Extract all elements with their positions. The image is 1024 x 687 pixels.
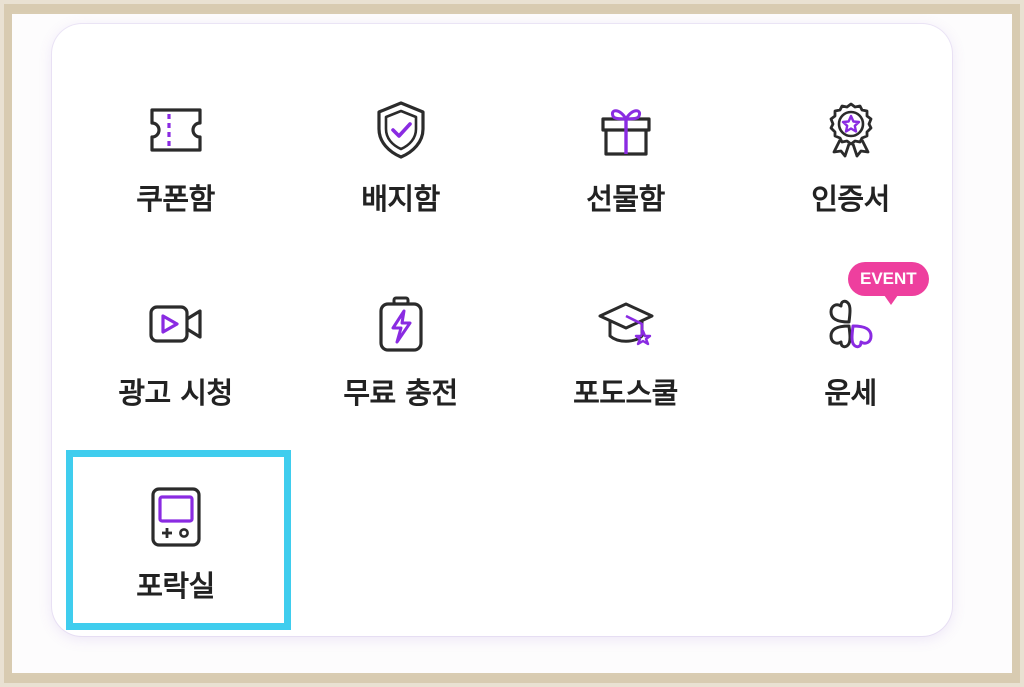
menu-item-free-charge[interactable]: 무료 충전 <box>288 262 513 422</box>
menu-item-label: 선물함 <box>586 182 665 216</box>
shield-check-icon <box>371 100 431 160</box>
menu-item-label: 광고 시청 <box>118 376 233 410</box>
gift-icon <box>596 100 656 160</box>
selection-highlight <box>66 450 291 630</box>
menu-item-watch-ad[interactable]: 광고 시청 <box>63 262 288 422</box>
menu-item-gift[interactable]: 선물함 <box>513 68 738 228</box>
menu-item-label: 포도스쿨 <box>573 376 678 410</box>
clover-icon <box>821 294 881 354</box>
menu-item-label: 인증서 <box>811 182 890 216</box>
ticket-icon <box>146 100 206 160</box>
menu-item-badge[interactable]: 배지함 <box>288 68 513 228</box>
menu-item-podo-school[interactable]: 포도스쿨 <box>513 262 738 422</box>
award-medal-icon <box>821 100 881 160</box>
menu-item-coupon[interactable]: 쿠폰함 <box>63 68 288 228</box>
video-camera-icon <box>146 294 206 354</box>
menu-item-label: 쿠폰함 <box>136 182 215 216</box>
menu-item-label: 배지함 <box>361 182 440 216</box>
menu-item-certificate[interactable]: 인증서 <box>738 68 963 228</box>
graduation-cap-icon <box>596 294 656 354</box>
menu-item-label: 운세 <box>824 376 877 410</box>
event-badge: EVENT <box>848 262 929 305</box>
menu-item-label: 무료 충전 <box>343 376 458 410</box>
battery-charge-icon <box>371 294 431 354</box>
